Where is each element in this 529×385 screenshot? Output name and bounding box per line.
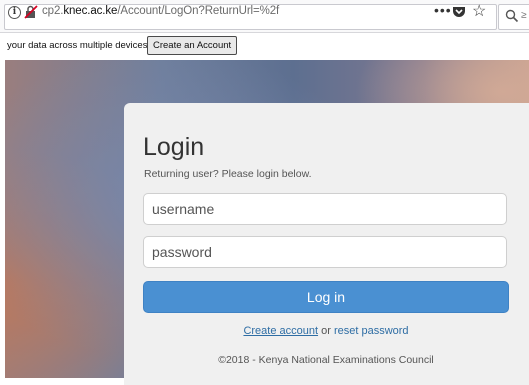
search-icon[interactable] bbox=[505, 9, 519, 23]
search-hint: ≥ bbox=[521, 10, 527, 21]
create-account-link[interactable]: Create account bbox=[243, 325, 318, 337]
create-an-account-button[interactable]: Create an Account bbox=[147, 36, 238, 55]
username-input[interactable] bbox=[143, 193, 507, 225]
info-icon[interactable]: i bbox=[8, 6, 21, 19]
url-domain: knec.ac.ke bbox=[63, 5, 118, 17]
pocket-icon[interactable] bbox=[452, 5, 466, 19]
reset-password-link[interactable]: reset password bbox=[334, 325, 409, 337]
notification-text: your data across multiple devices bbox=[7, 40, 148, 51]
password-input[interactable] bbox=[143, 236, 507, 268]
login-subtitle: Returning user? Please login below. bbox=[144, 168, 312, 180]
insecure-lock-icon[interactable] bbox=[24, 5, 38, 19]
login-title: Login bbox=[143, 133, 205, 161]
or-text: or bbox=[318, 325, 334, 337]
sync-notification-bar: your data across multiple devices Create… bbox=[0, 33, 529, 60]
page-actions-menu-icon[interactable]: ••• bbox=[434, 2, 452, 18]
url-path: /Account/LogOn?ReturnUrl=%2f bbox=[117, 5, 280, 17]
bookmark-star-icon[interactable]: ☆ bbox=[472, 3, 486, 21]
url-text[interactable]: cp2.knec.ac.ke/Account/LogOn?ReturnUrl=%… bbox=[42, 5, 279, 17]
account-links: Create account or reset password bbox=[143, 325, 509, 337]
browser-toolbar: i cp2.knec.ac.ke/Account/LogOn?ReturnUrl… bbox=[0, 0, 529, 33]
url-prefix: cp2. bbox=[42, 5, 64, 17]
copyright-footer: ©2018 - Kenya National Examinations Coun… bbox=[218, 354, 434, 366]
login-button[interactable]: Log in bbox=[143, 281, 509, 313]
